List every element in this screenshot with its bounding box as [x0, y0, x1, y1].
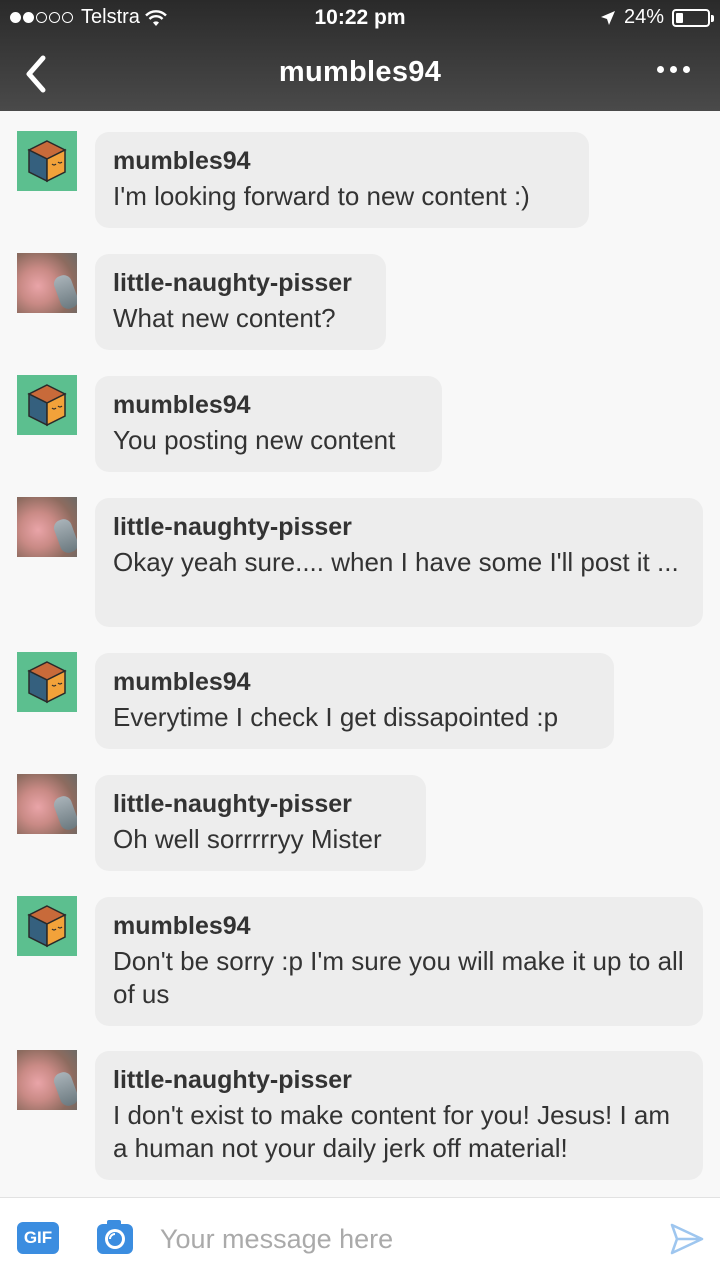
- message-text: I'm looking forward to new content :): [113, 181, 530, 211]
- message-bubble: little-naughty-pisser I don't exist to m…: [95, 1051, 703, 1180]
- message-text: Okay yeah sure.... when I have some I'll…: [113, 547, 679, 577]
- message-bubble: mumbles94 Everytime I check I get dissap…: [95, 653, 614, 749]
- nav-bar: mumbles94: [0, 36, 720, 111]
- avatar[interactable]: [17, 774, 77, 834]
- sender-name[interactable]: mumbles94: [113, 390, 424, 420]
- sender-name[interactable]: mumbles94: [113, 146, 571, 176]
- battery-icon: [672, 8, 714, 27]
- cube-avatar-icon: [27, 661, 67, 704]
- camera-button[interactable]: [95, 1218, 135, 1258]
- message-text: You posting new content: [113, 425, 396, 455]
- more-dot: [657, 66, 664, 73]
- status-bar: Telstra 10:22 pm 24%: [0, 0, 720, 36]
- more-dot: [683, 66, 690, 73]
- cube-avatar-icon: [27, 384, 67, 427]
- message-composer: GIF: [0, 1197, 720, 1280]
- battery-level: [676, 12, 684, 23]
- cube-avatar-icon: [27, 140, 67, 183]
- more-dot: [670, 66, 677, 73]
- gif-button[interactable]: GIF: [17, 1222, 59, 1254]
- avatar[interactable]: [17, 375, 77, 435]
- avatar[interactable]: [17, 652, 77, 712]
- battery-percent: 24%: [623, 6, 664, 28]
- message-text: What new content?: [113, 303, 336, 333]
- avatar[interactable]: [17, 1050, 77, 1110]
- message-text: I don't exist to make content for you! J…: [113, 1100, 671, 1163]
- message-bubble: mumbles94 I'm looking forward to new con…: [95, 132, 589, 228]
- message-bubble: little-naughty-pisser What new content?: [95, 254, 386, 350]
- message-bubble: little-naughty-pisser Oh well sorrrrryy …: [95, 775, 426, 871]
- message-text: Oh well sorrrrryy Mister: [113, 824, 382, 854]
- send-button[interactable]: [668, 1220, 706, 1258]
- avatar[interactable]: [17, 253, 77, 313]
- location-arrow-icon: [600, 10, 615, 25]
- conversation-title: mumbles94: [278, 56, 442, 88]
- sender-name[interactable]: little-naughty-pisser: [113, 789, 408, 819]
- camera-icon: [97, 1220, 133, 1254]
- sender-name[interactable]: mumbles94: [113, 667, 596, 697]
- message-input[interactable]: [160, 1218, 640, 1260]
- message-bubble: mumbles94 You posting new content: [95, 376, 442, 472]
- message-bubble: mumbles94 Don't be sorry :p I'm sure you…: [95, 897, 703, 1026]
- message-text: Everytime I check I get dissapointed :p: [113, 702, 559, 732]
- message-text: Don't be sorry :p I'm sure you will make…: [113, 946, 684, 1009]
- sender-name[interactable]: mumbles94: [113, 911, 685, 941]
- avatar[interactable]: [17, 131, 77, 191]
- sender-name[interactable]: little-naughty-pisser: [113, 512, 685, 542]
- avatar[interactable]: [17, 896, 77, 956]
- avatar[interactable]: [17, 497, 77, 557]
- sender-name[interactable]: little-naughty-pisser: [113, 1065, 685, 1095]
- cube-avatar-icon: [27, 905, 67, 948]
- more-options-button[interactable]: [657, 66, 690, 73]
- send-icon: [670, 1223, 704, 1255]
- status-right: 24%: [600, 6, 714, 29]
- message-bubble: little-naughty-pisser Okay yeah sure....…: [95, 498, 703, 627]
- top-bar: Telstra 10:22 pm 24% mumbles94: [0, 0, 720, 111]
- sender-name[interactable]: little-naughty-pisser: [113, 268, 368, 298]
